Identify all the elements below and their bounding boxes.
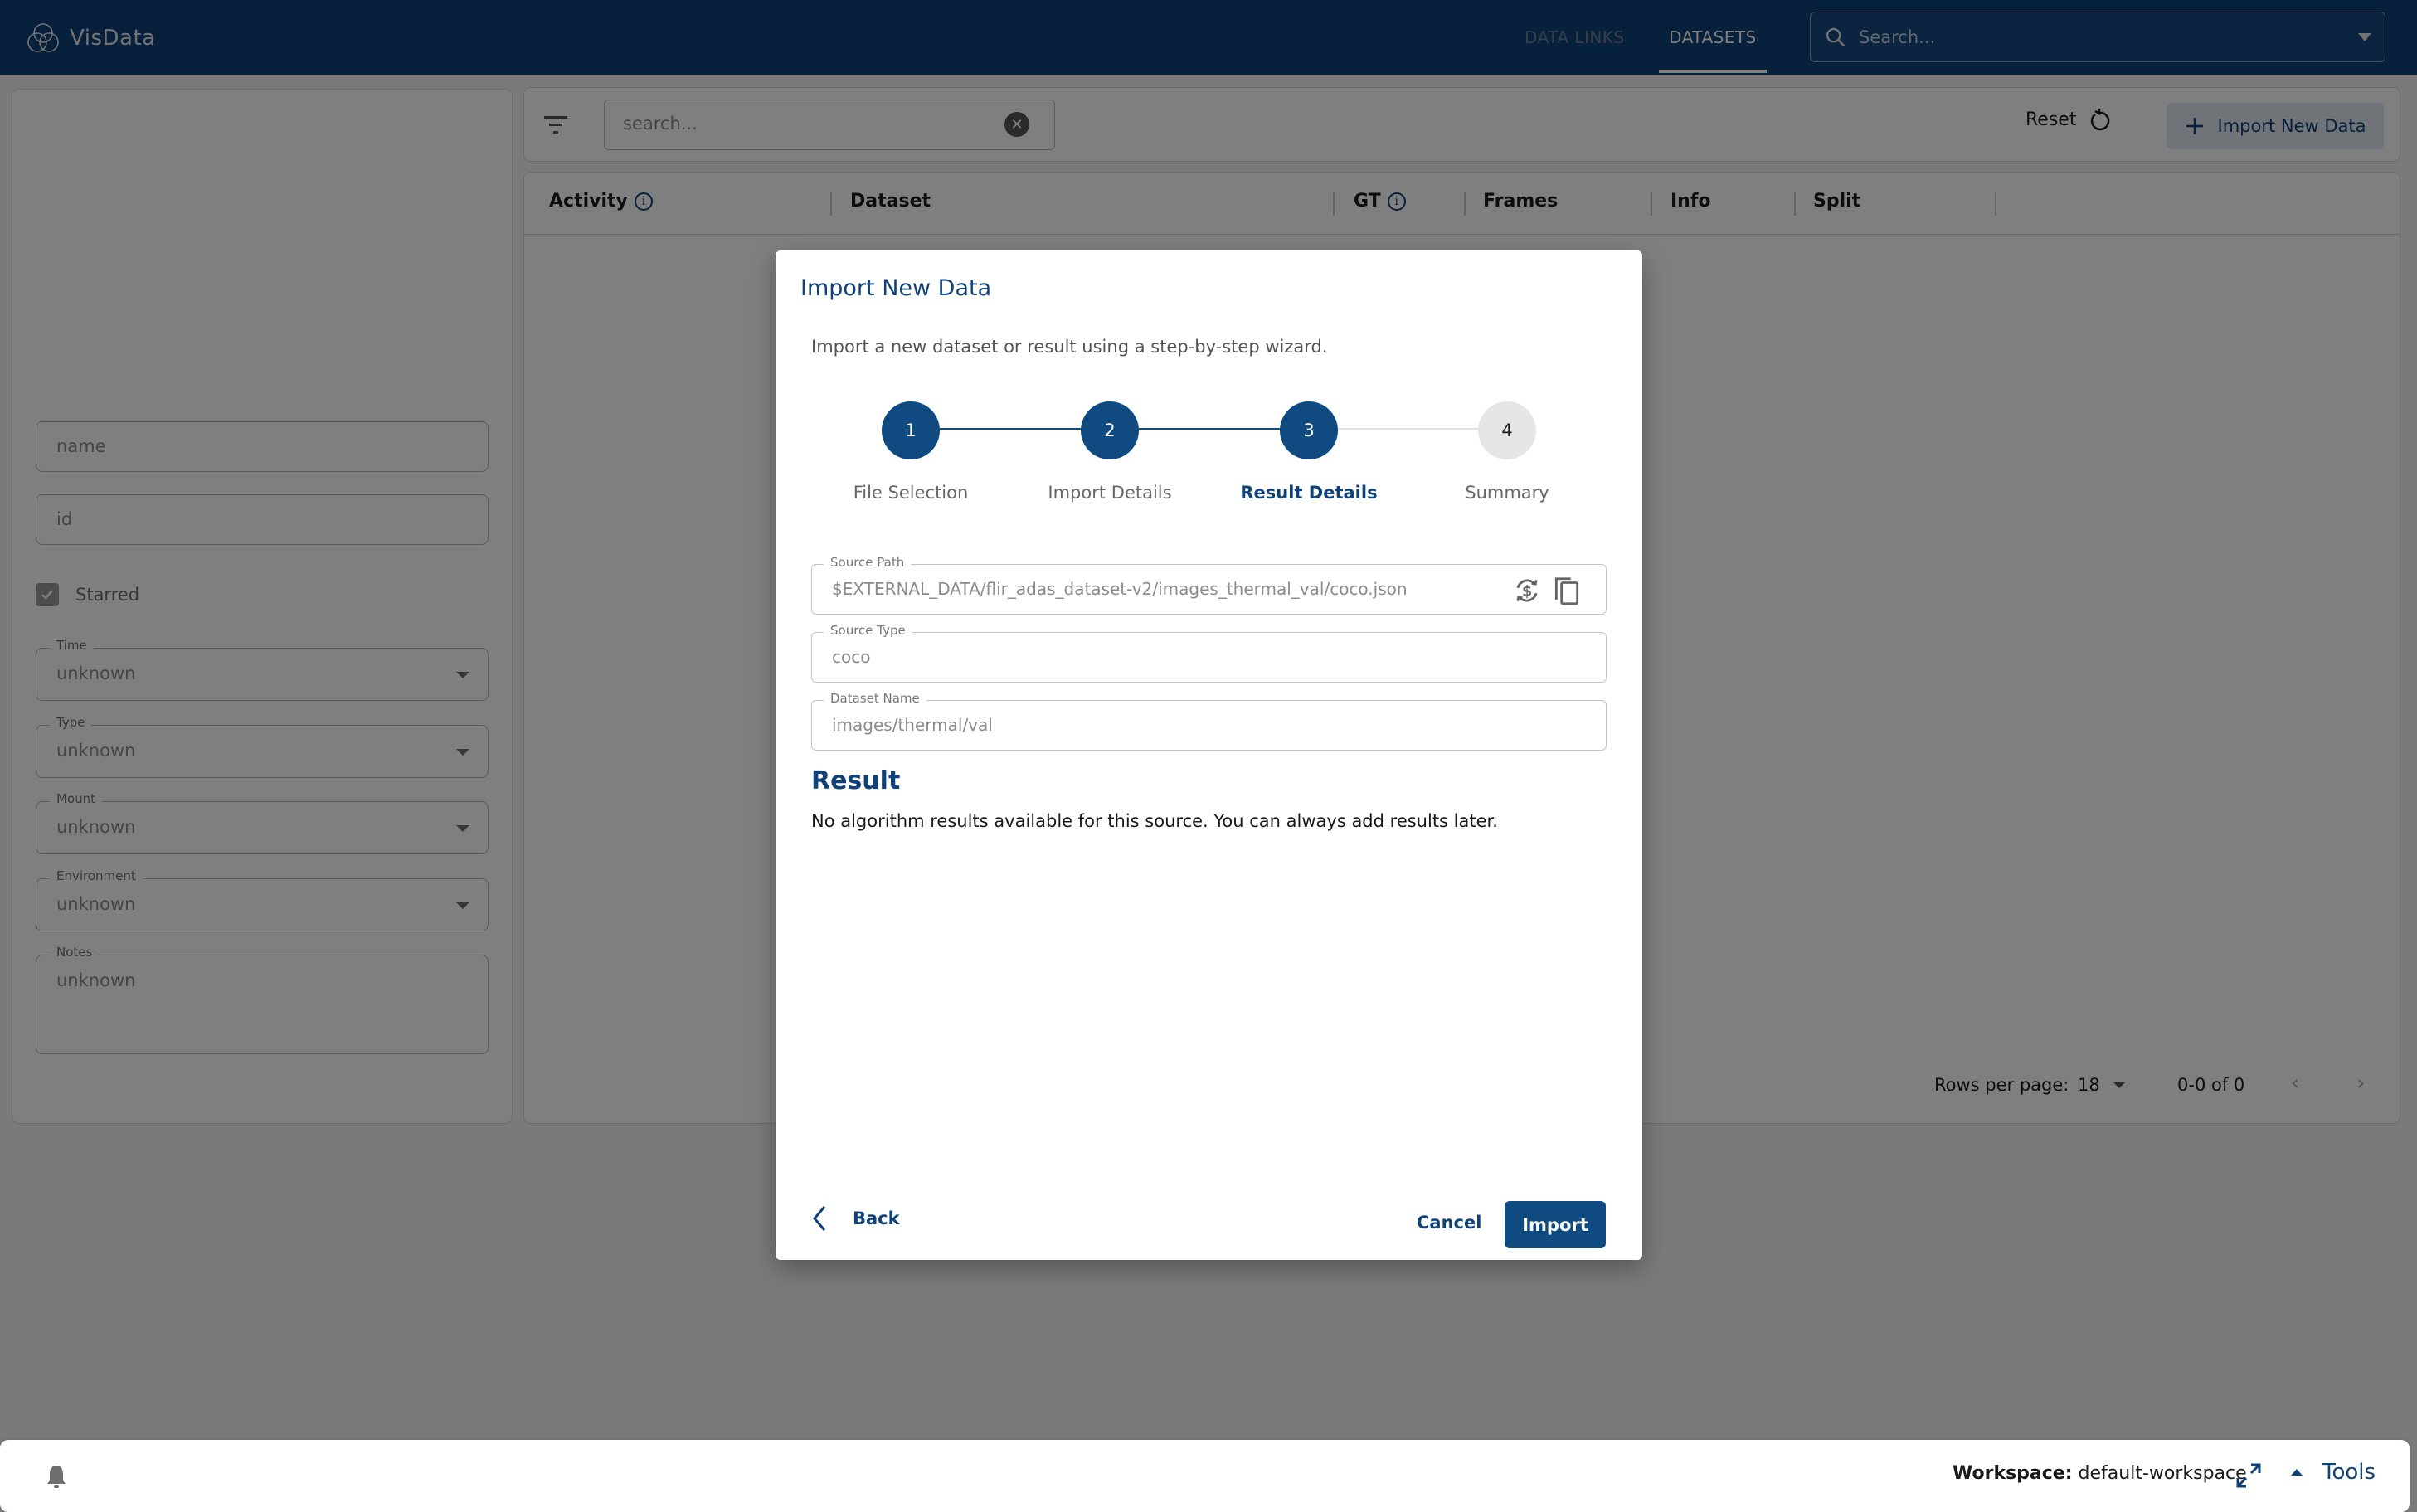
- tools-toggle[interactable]: Tools: [2291, 1460, 2376, 1485]
- workspace-value: default-workspace: [2078, 1463, 2247, 1484]
- dataset-name-field[interactable]: Dataset Name images/thermal/val: [811, 691, 1607, 751]
- expand-icon[interactable]: [2235, 1461, 2263, 1490]
- step-1-circle: 1: [882, 401, 940, 459]
- step-connector: [1110, 428, 1309, 430]
- notification-bell-icon[interactable]: [45, 1463, 68, 1490]
- dialog-description: Import a new dataset or result using a s…: [811, 337, 1328, 357]
- step-4-label: Summary: [1465, 483, 1549, 503]
- copy-icon[interactable]: [1551, 575, 1583, 606]
- sync-currency-icon[interactable]: $: [1511, 575, 1543, 606]
- result-message: No algorithm results available for this …: [811, 811, 1498, 831]
- step-1-label: File Selection: [853, 483, 969, 503]
- import-wizard-dialog: Import New Data Import a new dataset or …: [776, 250, 1642, 1260]
- svg-text:$: $: [1522, 583, 1532, 600]
- tools-label: Tools: [2322, 1460, 2376, 1485]
- footer-bar: Workspace: default-workspace Tools: [0, 1440, 2410, 1512]
- step-3-label: Result Details: [1240, 483, 1378, 503]
- chevron-up-icon: [2291, 1469, 2303, 1476]
- step-3-circle: 3: [1280, 401, 1338, 459]
- back-button[interactable]: Back: [811, 1204, 900, 1232]
- step-4-circle: 4: [1478, 401, 1536, 459]
- workspace-label: Workspace:: [1953, 1463, 2073, 1484]
- cancel-button[interactable]: Cancel: [1417, 1213, 1481, 1232]
- source-path-label: Source Path: [824, 555, 912, 570]
- dialog-title: Import New Data: [800, 275, 992, 301]
- source-type-value: coco: [832, 647, 871, 667]
- dataset-name-label: Dataset Name: [824, 691, 926, 706]
- source-path-value: $EXTERNAL_DATA/flir_adas_dataset-v2/imag…: [832, 579, 1408, 599]
- source-type-field[interactable]: Source Type coco: [811, 623, 1607, 683]
- step-connector: [911, 428, 1110, 430]
- step-2-label: Import Details: [1048, 483, 1172, 503]
- import-button[interactable]: Import: [1505, 1201, 1606, 1248]
- chevron-left-icon: [813, 1206, 826, 1231]
- source-type-label: Source Type: [824, 623, 912, 638]
- back-label: Back: [853, 1208, 900, 1228]
- workspace-indicator: Workspace: default-workspace: [1953, 1463, 2247, 1484]
- source-path-field[interactable]: Source Path $EXTERNAL_DATA/flir_adas_dat…: [811, 555, 1607, 615]
- result-heading: Result: [811, 766, 901, 795]
- dataset-name-value: images/thermal/val: [832, 715, 993, 735]
- step-2-circle: 2: [1081, 401, 1139, 459]
